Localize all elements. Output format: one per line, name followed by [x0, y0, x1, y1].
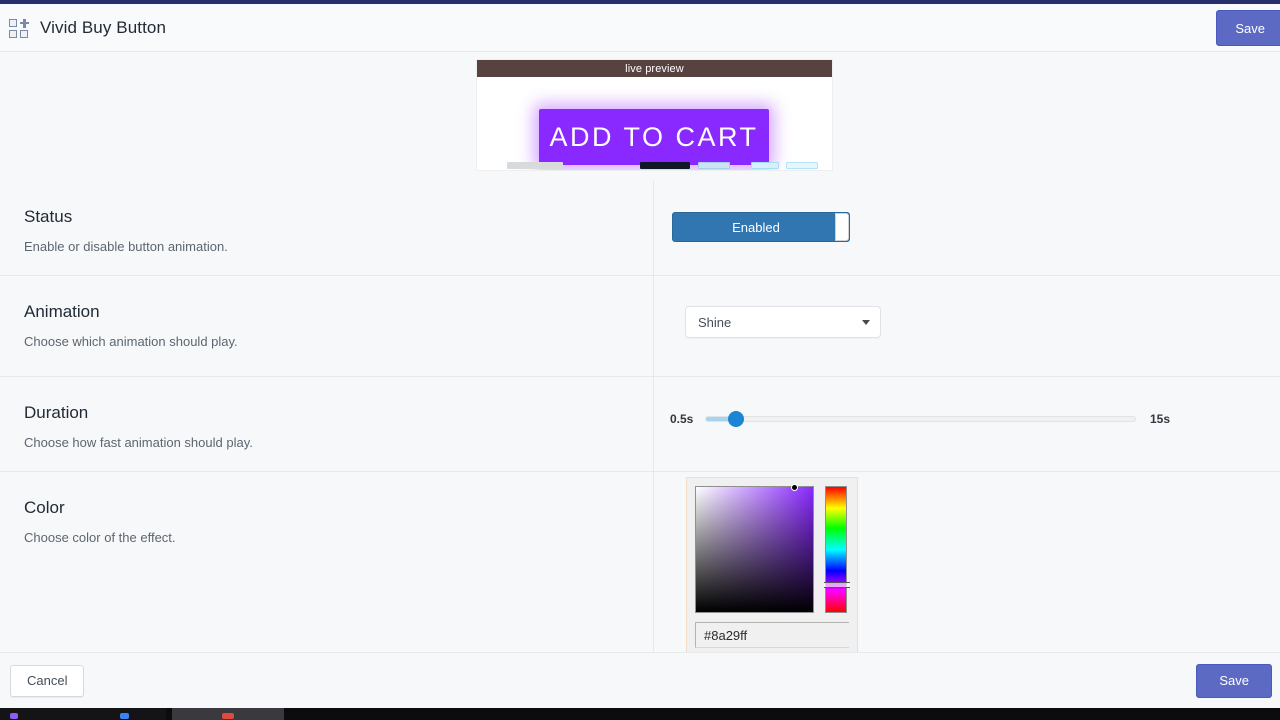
color-label-group: Color Choose color of the effect. — [0, 472, 654, 664]
animation-label-group: Animation Choose which animation should … — [0, 276, 654, 376]
settings-row-animation: Animation Choose which animation should … — [0, 276, 1280, 377]
duration-slider-track[interactable] — [705, 416, 1136, 422]
animation-title: Animation — [24, 302, 629, 322]
duration-control-area: 0.5s 15s — [654, 377, 1280, 471]
settings-list: Status Enable or disable button animatio… — [0, 181, 1280, 664]
header-left-group: Vivid Buy Button — [0, 17, 166, 39]
live-preview-title: live preview — [477, 60, 832, 77]
status-title: Status — [24, 207, 629, 227]
saturation-value-marker[interactable] — [791, 484, 798, 491]
color-picker-panel — [686, 477, 858, 657]
color-description: Choose color of the effect. — [24, 530, 629, 545]
taskbar-icon-blue[interactable] — [120, 713, 129, 719]
taskbar-icon-red[interactable] — [222, 713, 234, 719]
duration-slider-thumb[interactable] — [728, 411, 744, 427]
color-picker-gradients — [695, 486, 849, 613]
footer-action-bar: Cancel Save — [0, 652, 1280, 708]
page-title: Vivid Buy Button — [40, 18, 166, 38]
save-button[interactable]: Save — [1196, 664, 1272, 698]
duration-slider-group: 0.5s 15s — [670, 408, 1170, 430]
status-control-area: Enabled — [654, 181, 1280, 275]
app-header: Vivid Buy Button Save — [0, 4, 1280, 52]
animation-select-value: Shine — [698, 315, 862, 330]
preview-cutoff-row — [477, 160, 832, 170]
duration-max-label: 15s — [1150, 412, 1170, 426]
status-toggle-handle[interactable] — [835, 213, 849, 241]
hue-strip[interactable] — [825, 486, 847, 613]
taskbar-window-1[interactable] — [0, 708, 166, 720]
color-title: Color — [24, 498, 629, 518]
app-root: Vivid Buy Button Save live preview ADD T… — [0, 0, 1280, 720]
color-control-area — [654, 472, 1280, 664]
status-toggle[interactable]: Enabled — [672, 212, 850, 242]
duration-description: Choose how fast animation should play. — [24, 435, 629, 450]
status-label-group: Status Enable or disable button animatio… — [0, 181, 654, 275]
status-toggle-label: Enabled — [673, 220, 849, 235]
duration-label-group: Duration Choose how fast animation shoul… — [0, 377, 654, 471]
grid-plus-icon — [8, 17, 30, 39]
add-to-cart-preview-button[interactable]: ADD TO CART — [539, 109, 769, 165]
taskbar-icon-purple[interactable] — [10, 713, 18, 719]
duration-min-label: 0.5s — [670, 412, 693, 426]
header-save-button[interactable]: Save — [1216, 10, 1280, 46]
animation-select[interactable]: Shine — [685, 306, 881, 338]
live-preview-card: live preview ADD TO CART — [477, 60, 832, 170]
animation-control-area: Shine — [654, 276, 1280, 376]
color-hex-input[interactable] — [695, 622, 849, 648]
live-preview-body: ADD TO CART — [477, 77, 832, 170]
settings-row-duration: Duration Choose how fast animation shoul… — [0, 377, 1280, 472]
hue-strip-handle[interactable] — [824, 582, 850, 588]
saturation-value-square[interactable] — [695, 486, 814, 613]
cancel-button[interactable]: Cancel — [10, 665, 84, 697]
status-description: Enable or disable button animation. — [24, 239, 629, 254]
settings-row-color: Color Choose color of the effect. — [0, 472, 1280, 664]
duration-title: Duration — [24, 403, 629, 423]
os-taskbar — [0, 708, 1280, 720]
animation-description: Choose which animation should play. — [24, 334, 629, 349]
chevron-down-icon — [862, 320, 870, 325]
settings-row-status: Status Enable or disable button animatio… — [0, 181, 1280, 276]
